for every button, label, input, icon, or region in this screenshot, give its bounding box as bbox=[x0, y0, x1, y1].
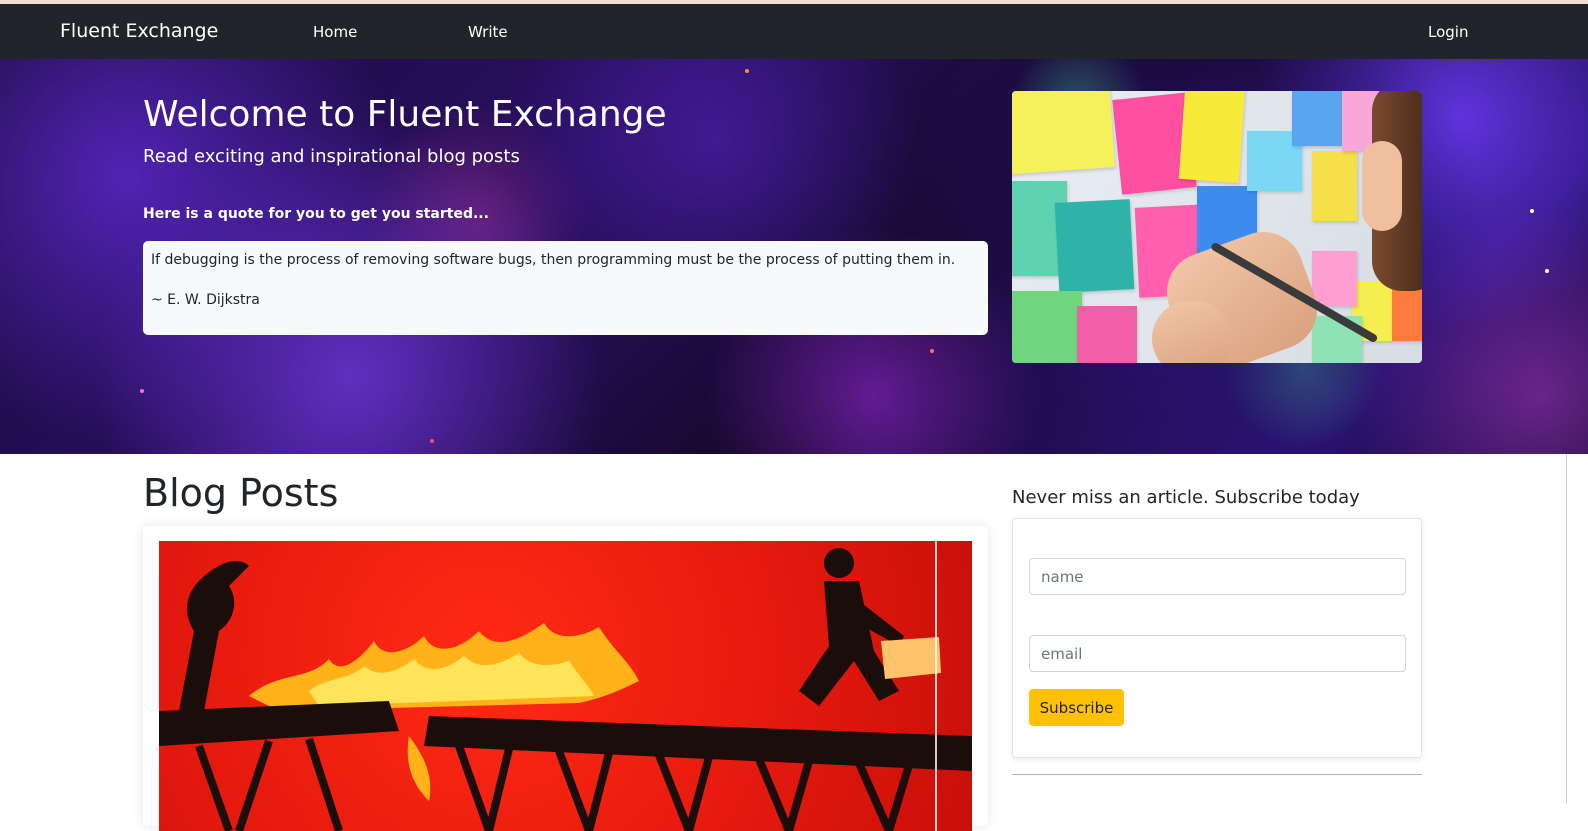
quote-text: If debugging is the process of removing … bbox=[151, 252, 956, 268]
sticky-note bbox=[1012, 291, 1082, 363]
hero-sparkle bbox=[1530, 209, 1534, 213]
blog-posts-heading: Blog Posts bbox=[143, 471, 339, 515]
quote-intro: Here is a quote for you to get you start… bbox=[143, 206, 489, 222]
subscribe-button[interactable]: Subscribe bbox=[1029, 689, 1124, 726]
sticky-note bbox=[1178, 91, 1246, 183]
burning-bridge-illustration bbox=[159, 541, 972, 831]
post-image-burning-bridge[interactable] bbox=[159, 541, 972, 831]
nav-link-login[interactable]: Login bbox=[1428, 22, 1468, 42]
sticky-note bbox=[1312, 251, 1357, 306]
nav-link-write[interactable]: Write bbox=[468, 22, 508, 42]
hero-sparkle bbox=[1545, 269, 1549, 273]
sticky-note bbox=[1292, 91, 1342, 146]
sticky-note bbox=[1054, 199, 1135, 293]
quote-author: ~ E. W. Dijkstra bbox=[151, 292, 260, 308]
quote-box: If debugging is the process of removing … bbox=[143, 241, 988, 335]
blog-post-card[interactable] bbox=[143, 526, 988, 831]
hero-sparkle bbox=[930, 349, 934, 353]
sticky-note bbox=[1012, 91, 1116, 175]
sticky-notes-image bbox=[1012, 91, 1422, 363]
hero-sparkle bbox=[745, 69, 749, 73]
hero-banner: Welcome to Fluent Exchange Read exciting… bbox=[0, 59, 1588, 454]
hand-shape bbox=[1152, 301, 1232, 363]
page-edge-line bbox=[1566, 454, 1567, 804]
sticky-note bbox=[1077, 306, 1137, 363]
person-face bbox=[1362, 141, 1402, 231]
hero-sparkle bbox=[140, 389, 144, 393]
hero-title: Welcome to Fluent Exchange bbox=[143, 94, 667, 135]
subscribe-heading: Never miss an article. Subscribe today bbox=[1012, 487, 1360, 508]
sticky-note bbox=[1312, 151, 1357, 221]
name-input[interactable] bbox=[1029, 558, 1406, 595]
hero-subtitle: Read exciting and inspirational blog pos… bbox=[143, 146, 520, 167]
hero-sparkle bbox=[430, 439, 434, 443]
nav-link-home[interactable]: Home bbox=[313, 22, 357, 42]
email-input[interactable] bbox=[1029, 635, 1406, 672]
brand-link[interactable]: Fluent Exchange bbox=[60, 19, 218, 43]
sidebar-divider bbox=[1012, 774, 1422, 775]
subscribe-form: Subscribe bbox=[1012, 518, 1422, 758]
navbar: Fluent Exchange Home Write Login bbox=[0, 4, 1588, 59]
